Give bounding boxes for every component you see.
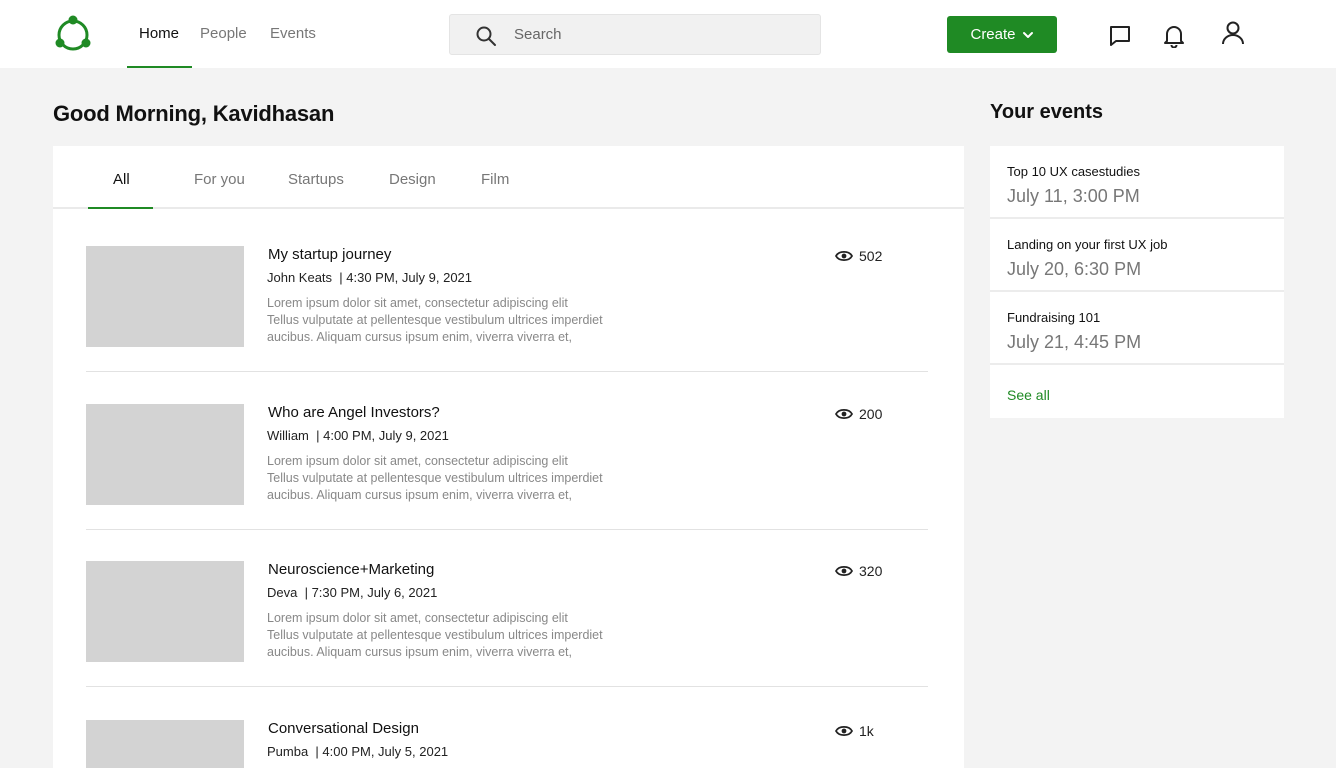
post-excerpt-line: Lorem ipsum dolor sit amet, consectetur … <box>267 611 568 625</box>
chat-icon[interactable] <box>1107 22 1133 48</box>
tab-film[interactable]: Film <box>481 171 509 188</box>
post-divider <box>86 371 928 372</box>
post-card[interactable]: Who are Angel Investors? William | 4:00 … <box>86 404 928 524</box>
post-excerpt-line: Lorem ipsum dolor sit amet, consectetur … <box>267 296 568 310</box>
post-datetime: 7:30 PM, July 6, 2021 <box>311 585 438 600</box>
post-excerpt-line: aucibus. Aliquam cursus ipsum enim, vive… <box>267 645 572 659</box>
tab-active-indicator <box>88 207 153 209</box>
eye-icon <box>835 565 853 577</box>
tab-startups[interactable]: Startups <box>288 171 344 188</box>
search-box[interactable] <box>449 14 821 55</box>
post-meta: John Keats | 4:30 PM, July 9, 2021 <box>267 270 473 285</box>
post-excerpt-line: Tellus vulputate at pellentesque vestibu… <box>267 471 603 485</box>
search-icon <box>476 26 496 46</box>
post-datetime: 4:30 PM, July 9, 2021 <box>346 270 473 285</box>
post-datetime: 4:00 PM, July 5, 2021 <box>322 744 449 759</box>
create-button-label: Create <box>970 26 1016 43</box>
event-name: Fundraising 101 <box>1007 310 1101 325</box>
post-view-count: 1k <box>859 723 874 739</box>
post-divider <box>86 529 928 530</box>
post-excerpt: Lorem ipsum dolor sit amet, consectetur … <box>267 610 637 661</box>
nav-home[interactable]: Home <box>139 0 179 68</box>
post-excerpt: Lorem ipsum dolor sit amet, consectetur … <box>267 453 637 504</box>
tab-all[interactable]: All <box>113 171 130 188</box>
post-title[interactable]: My startup journey <box>268 246 391 263</box>
eye-icon <box>835 408 853 420</box>
event-time: July 20, 6:30 PM <box>1007 259 1142 279</box>
events-panel-title: Your events <box>990 101 1103 123</box>
post-card[interactable]: My startup journey John Keats | 4:30 PM,… <box>86 246 928 366</box>
post-author: William <box>267 428 309 443</box>
eye-icon <box>835 250 853 262</box>
post-thumbnail[interactable] <box>86 720 244 768</box>
events-panel: Top 10 UX casestudies July 11, 3:00 PM L… <box>990 146 1284 418</box>
event-item[interactable]: Top 10 UX casestudies July 11, 3:00 PM <box>990 146 1284 219</box>
user-icon[interactable] <box>1220 20 1246 46</box>
create-button[interactable]: Create <box>947 16 1057 53</box>
event-item[interactable]: Landing on your first UX job July 20, 6:… <box>990 219 1284 292</box>
post-views: 200 <box>835 406 882 422</box>
post-divider <box>86 686 928 687</box>
tab-for-you[interactable]: For you <box>194 171 245 188</box>
event-name: Top 10 UX casestudies <box>1007 164 1140 179</box>
post-thumbnail[interactable] <box>86 561 244 662</box>
post-views: 320 <box>835 563 882 579</box>
post-meta: William | 4:00 PM, July 9, 2021 <box>267 428 449 443</box>
post-thumbnail[interactable] <box>86 404 244 505</box>
event-time: July 11, 3:00 PM <box>1007 186 1140 206</box>
see-all-link[interactable]: See all <box>1007 387 1050 403</box>
post-title[interactable]: Who are Angel Investors? <box>268 404 440 421</box>
post-excerpt-line: Tellus vulputate at pellentesque vestibu… <box>267 628 603 642</box>
post-view-count: 200 <box>859 406 883 422</box>
category-tabs: All For you Startups Design Film <box>53 146 964 209</box>
post-title[interactable]: Neuroscience+Marketing <box>268 561 434 578</box>
post-meta: Deva | 7:30 PM, July 6, 2021 <box>267 585 438 600</box>
nav-events[interactable]: Events <box>270 0 316 68</box>
post-author: Deva <box>267 585 298 600</box>
post-excerpt-line: Lorem ipsum dolor sit amet, consectetur … <box>267 454 568 468</box>
event-item[interactable]: Fundraising 101 July 21, 4:45 PM <box>990 292 1284 365</box>
search-input[interactable] <box>514 15 804 54</box>
post-excerpt-line: aucibus. Aliquam cursus ipsum enim, vive… <box>267 330 572 344</box>
post-datetime: 4:00 PM, July 9, 2021 <box>323 428 449 443</box>
post-author: Pumba <box>267 744 309 759</box>
post-card[interactable]: Neuroscience+Marketing Deva | 7:30 PM, J… <box>86 561 928 681</box>
post-card[interactable]: Conversational Design Pumba | 4:00 PM, J… <box>86 720 928 768</box>
tab-design[interactable]: Design <box>389 171 436 188</box>
feed-panel: All For you Startups Design Film My star… <box>53 146 964 768</box>
nav-active-indicator <box>127 66 192 68</box>
post-view-count: 320 <box>859 563 883 579</box>
post-meta: Pumba | 4:00 PM, July 5, 2021 <box>267 744 449 759</box>
nav-people[interactable]: People <box>200 0 247 68</box>
post-title[interactable]: Conversational Design <box>268 720 419 737</box>
post-view-count: 502 <box>859 248 883 264</box>
greeting-heading: Good Morning, Kavidhasan <box>53 101 335 126</box>
post-author: John Keats <box>267 270 333 285</box>
event-name: Landing on your first UX job <box>1007 237 1168 252</box>
post-excerpt: Lorem ipsum dolor sit amet, consectetur … <box>267 295 637 346</box>
post-views: 1k <box>835 723 874 739</box>
post-thumbnail[interactable] <box>86 246 244 347</box>
post-excerpt-line: Tellus vulputate at pellentesque vestibu… <box>267 313 603 327</box>
event-time: July 21, 4:45 PM <box>1007 332 1142 352</box>
bell-icon[interactable] <box>1161 22 1187 48</box>
post-views: 502 <box>835 248 882 264</box>
chevron-down-icon <box>1022 31 1033 38</box>
post-excerpt-line: aucibus. Aliquam cursus ipsum enim, vive… <box>267 488 572 502</box>
top-bar: Home People Events Create <box>0 0 1336 68</box>
eye-icon <box>835 725 853 737</box>
logo-icon[interactable] <box>54 15 92 53</box>
